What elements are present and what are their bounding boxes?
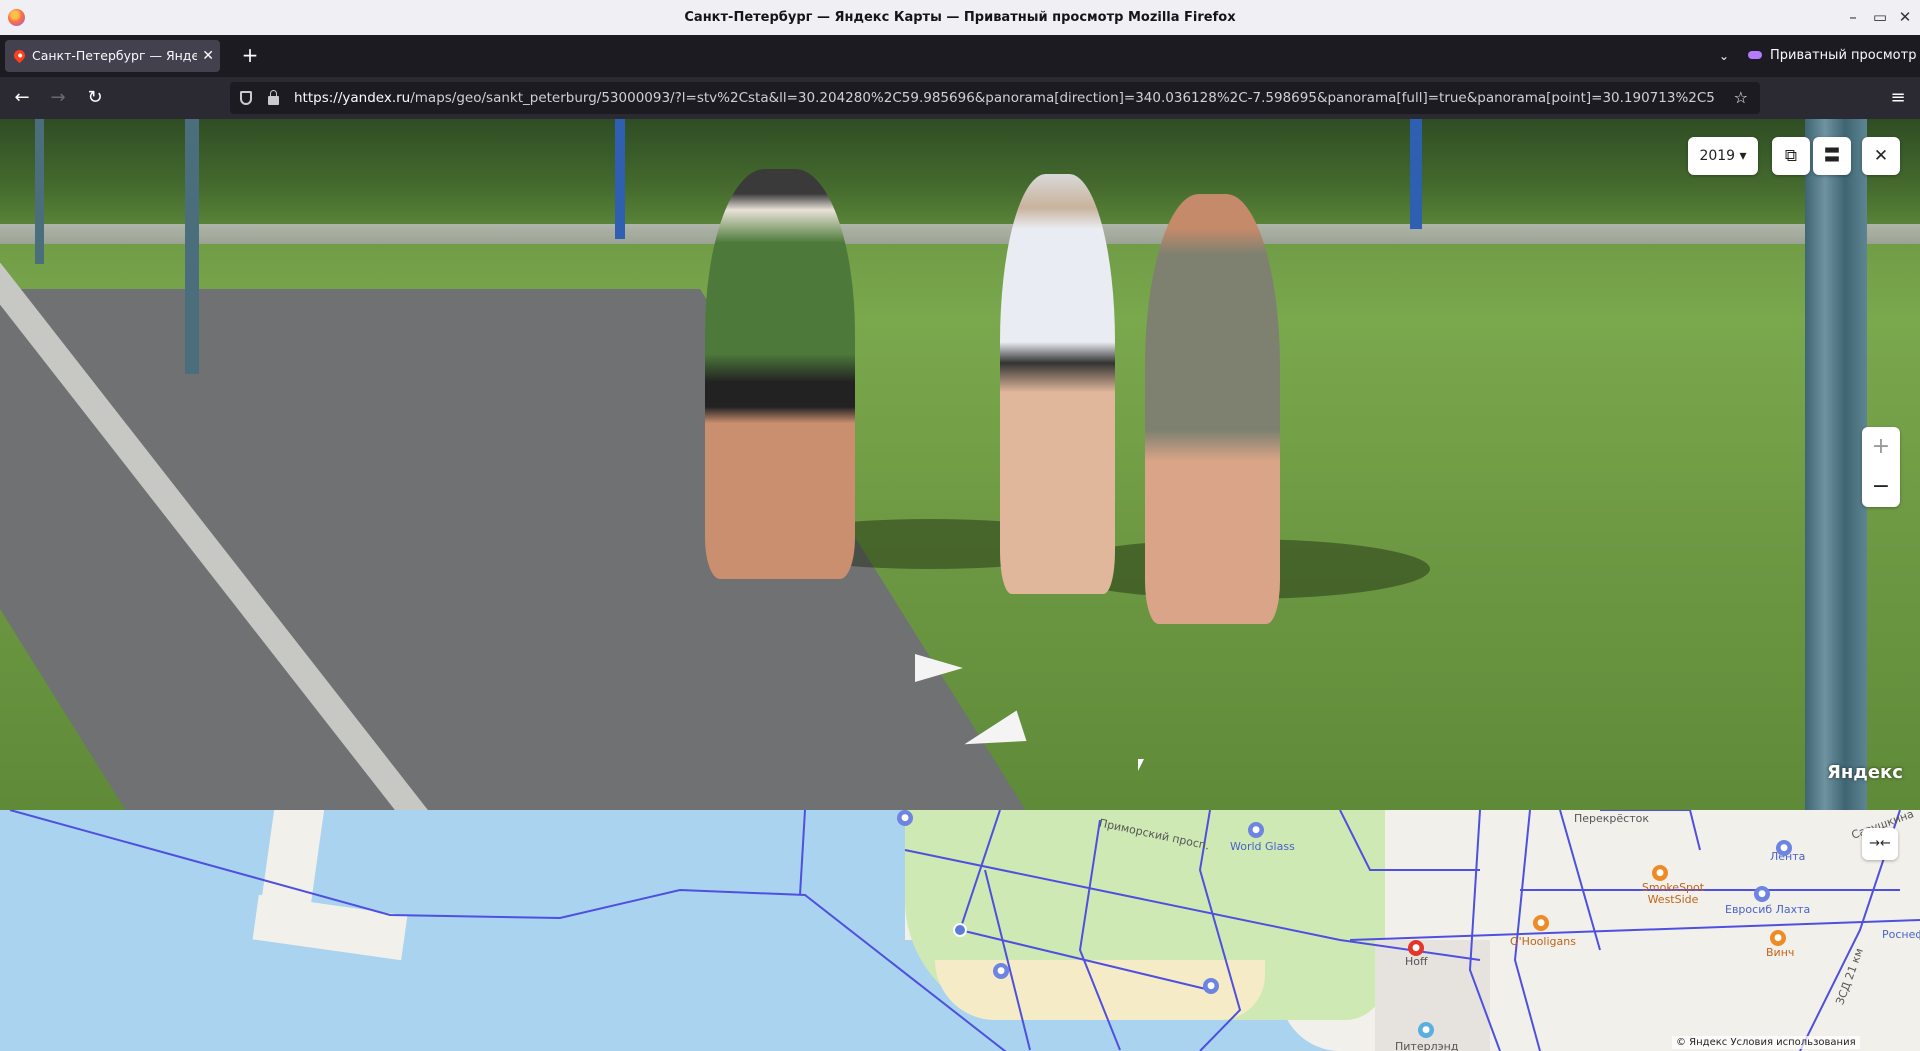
map-poi-marker-icon[interactable]: ● — [1776, 840, 1792, 856]
mouse-cursor-icon — [1138, 759, 1150, 771]
map-poi-marker-icon[interactable]: ● — [1652, 865, 1668, 881]
reload-button[interactable]: ↻ — [79, 82, 111, 114]
zoom-out-button[interactable]: − — [1862, 467, 1900, 507]
tab-close-button[interactable]: ✕ — [202, 40, 214, 72]
panorama-close-button[interactable]: ✕ — [1862, 137, 1900, 175]
window-close-button[interactable]: ✕ — [1890, 0, 1920, 35]
tab-strip: Санкт-Петербург — Яндекс ✕ + ⌄ Приватный… — [0, 35, 1920, 77]
map-label-poi[interactable]: World Glass — [1230, 840, 1295, 853]
back-button[interactable]: ← — [6, 82, 38, 114]
panorama-tree-line — [0, 119, 1920, 234]
minimap[interactable]: Приморский просп. World Glass Перекрёсто… — [0, 810, 1920, 1051]
window-titlebar: Санкт-Петербург — Яндекс Карты — Приватн… — [0, 0, 1920, 35]
lamp-pole — [1410, 119, 1422, 229]
tab-label: Санкт-Петербург — Яндекс — [32, 48, 197, 63]
map-label-poi[interactable]: Роснеф — [1882, 928, 1920, 941]
new-tab-button[interactable]: + — [234, 40, 266, 72]
yandex-maps-pin-icon — [11, 47, 28, 64]
app-menu-button[interactable]: ≡ — [1882, 82, 1914, 114]
map-label-poi[interactable]: Hoff — [1405, 955, 1428, 968]
lamp-pole-foreground — [1805, 119, 1845, 810]
address-bar[interactable]: https://yandex.ru/maps/geo/sankt_peterbu… — [230, 82, 1760, 114]
person-woman — [1145, 194, 1280, 624]
map-poi-marker-icon[interactable]: ● — [1203, 978, 1219, 994]
map-poi-marker-icon[interactable]: ● — [897, 810, 913, 826]
private-browsing-indicator: Приватный просмотр — [1748, 40, 1916, 72]
url-path: /maps/geo/sankt_peterburg/53000093/?l=st… — [410, 90, 1714, 106]
person-hiker — [705, 169, 855, 579]
panorama-walkway — [0, 224, 1920, 244]
navigation-toolbar: ← → ↻ https://yandex.ru/maps/geo/sankt_p… — [0, 77, 1920, 119]
map-copyright[interactable]: © Яндекс Условия использования — [1672, 1036, 1860, 1049]
forward-button[interactable]: → — [42, 82, 74, 114]
map-poi-marker-icon[interactable]: ● — [1408, 940, 1424, 956]
panorama-move-arrow[interactable] — [915, 654, 963, 682]
map-label-poi[interactable]: Питерлэнд — [1395, 1040, 1458, 1051]
window-title: Санкт-Петербург — Яндекс Карты — Приватн… — [684, 10, 1236, 25]
private-browsing-label: Приватный просмотр — [1770, 48, 1917, 63]
map-poi-marker-icon[interactable]: ● — [1533, 915, 1549, 931]
url-host: https://yandex.ru — [294, 90, 411, 106]
map-label-poi[interactable]: Евросиб Лахта — [1725, 903, 1810, 916]
lamp-pole — [185, 119, 199, 374]
bookmark-star-icon[interactable]: ☆ — [1734, 82, 1748, 114]
map-collapse-toggle[interactable]: →← — [1862, 828, 1898, 860]
panorama-move-arrow[interactable] — [959, 710, 1027, 760]
map-label-poi[interactable]: SmokeSpot WestSide — [1633, 882, 1713, 906]
map-label-poi[interactable]: O'Hooligans — [1510, 935, 1576, 948]
map-poi-marker-icon[interactable]: ● — [1770, 930, 1786, 946]
minimize-button[interactable]: – — [1838, 0, 1868, 35]
zoom-in-button[interactable]: + — [1862, 427, 1900, 467]
lamp-pole — [35, 119, 44, 264]
zoom-control: + − — [1862, 427, 1900, 507]
person-woman — [1000, 174, 1115, 594]
secure-lock-icon[interactable] — [268, 90, 279, 105]
lamp-pole — [615, 119, 625, 239]
map-route-lines — [9, 810, 1920, 1051]
panorama-year-select[interactable]: 2019 ▾ — [1688, 137, 1758, 175]
url-text[interactable]: https://yandex.ru/maps/geo/sankt_peterbu… — [294, 82, 1714, 114]
map-poi-marker-icon[interactable]: ● — [1248, 822, 1264, 838]
yandex-watermark: Яндекс — [1827, 762, 1903, 783]
layers-menu-icon[interactable]: 〓 — [1813, 137, 1851, 175]
map-poi-marker-icon[interactable]: ● — [1418, 1022, 1434, 1038]
map-label-poi[interactable]: Винч — [1766, 946, 1794, 959]
private-mask-icon — [1748, 50, 1762, 59]
tracking-protection-shield-icon[interactable] — [240, 91, 252, 105]
street-panorama-view[interactable]: 2019 ▾ ⧉ 〓 ✕ + − Яндекс — [0, 119, 1920, 810]
map-poi-marker-icon[interactable]: ● — [993, 963, 1009, 979]
open-external-icon[interactable]: ⧉ — [1772, 137, 1810, 175]
map-label-poi[interactable]: Перекрёсток — [1574, 812, 1649, 825]
map-poi-marker-icon[interactable]: ● — [1754, 886, 1770, 902]
tab-yandex-maps[interactable]: Санкт-Петербург — Яндекс ✕ — [5, 40, 220, 72]
list-all-tabs-button[interactable]: ⌄ — [1712, 43, 1736, 69]
